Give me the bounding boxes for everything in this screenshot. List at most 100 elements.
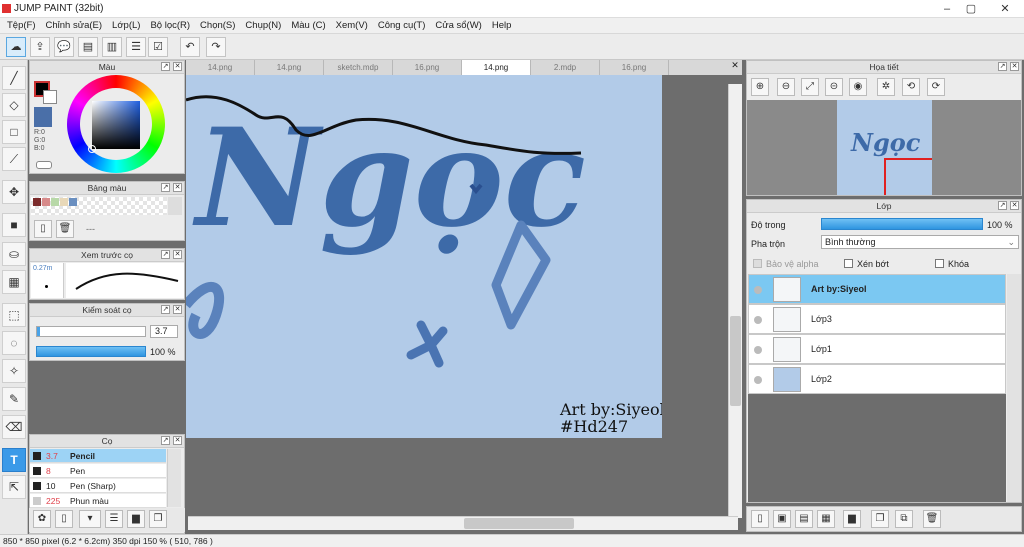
fill-rect-icon[interactable]: ■ xyxy=(2,213,26,237)
panel-float-icon[interactable]: ↗ xyxy=(161,436,170,445)
vertical-scroll-thumb[interactable] xyxy=(730,316,741,406)
new-palette-icon[interactable]: ▯ xyxy=(34,220,52,238)
line-tool-icon[interactable]: ⟋ xyxy=(2,147,26,171)
palette-swatch[interactable] xyxy=(51,198,59,206)
close-button[interactable]: ✕ xyxy=(990,0,1020,18)
eye-icon[interactable] xyxy=(36,161,52,169)
document-icon[interactable]: ▥ xyxy=(102,37,122,57)
layer-list-scrollbar[interactable] xyxy=(1007,274,1021,502)
zoom-in-icon[interactable]: ⊕ xyxy=(751,78,769,96)
export-icon[interactable]: ⇪ xyxy=(30,37,50,57)
panel-close-icon[interactable]: ✕ xyxy=(173,183,182,192)
palette-grid[interactable] xyxy=(31,197,167,215)
tab-document[interactable]: 16.png xyxy=(600,60,669,75)
panel-close-icon[interactable]: ✕ xyxy=(173,250,182,259)
chat-icon[interactable]: 💬 xyxy=(54,37,74,57)
menu-layer[interactable]: Lớp(L) xyxy=(107,20,145,31)
brush-list-scrollbar[interactable] xyxy=(167,449,181,507)
move-tool-icon[interactable]: ✥ xyxy=(2,180,26,204)
brush-item[interactable]: 225 Phun màu xyxy=(30,494,166,508)
tab-document[interactable]: 14.png xyxy=(255,60,324,75)
palette-swatch[interactable] xyxy=(69,198,77,206)
brush-menu-icon[interactable]: ▾ xyxy=(79,510,101,528)
layer-visibility-icon[interactable] xyxy=(754,286,762,294)
select-rect-icon[interactable]: ⬚ xyxy=(2,303,26,327)
palette-swatch[interactable] xyxy=(42,198,50,206)
list-icon[interactable]: ☰ xyxy=(126,37,146,57)
layer-visibility-icon[interactable] xyxy=(754,316,762,324)
checklist-icon[interactable]: ☑ xyxy=(148,37,168,57)
trash-icon[interactable]: 🗑 xyxy=(56,220,74,238)
layer-row[interactable]: Lớp2 xyxy=(748,364,1006,394)
horizontal-scroll-thumb[interactable] xyxy=(464,518,574,529)
brush-item[interactable]: 8 Pen xyxy=(30,464,166,478)
operation-tool-icon[interactable]: ⇱ xyxy=(2,475,26,499)
brush-list-icon[interactable]: ☰ xyxy=(105,510,123,528)
blend-mode-select[interactable]: Bình thường ⌄ xyxy=(821,235,1019,249)
rotate-view-icon[interactable]: ✲ xyxy=(877,78,895,96)
zoom-out-icon[interactable]: ⊖ xyxy=(777,78,795,96)
palette-swatch[interactable] xyxy=(60,198,68,206)
saturation-square[interactable] xyxy=(92,101,140,149)
reset-rotation-icon[interactable]: ⟳ xyxy=(927,78,945,96)
layer-row[interactable]: Art by:Siyeol xyxy=(748,274,1006,304)
new-folder-icon[interactable]: ▆ xyxy=(843,510,861,528)
merge-layer-icon[interactable]: ⧉ xyxy=(895,510,913,528)
artwork-canvas[interactable]: Ngọc Art by:Siyeol #Hd247 xyxy=(186,75,662,438)
new-brush-icon[interactable]: ▯ xyxy=(55,510,73,528)
panel-float-icon[interactable]: ↗ xyxy=(161,183,170,192)
panel-float-icon[interactable]: ↗ xyxy=(998,201,1007,210)
magic-wand-icon[interactable]: ✧ xyxy=(2,359,26,383)
palette-swatch[interactable] xyxy=(33,198,41,206)
panel-float-icon[interactable]: ↗ xyxy=(998,62,1007,71)
undo-icon[interactable]: ↶ xyxy=(180,37,200,57)
palette-scrollbar[interactable] xyxy=(168,197,182,215)
fit-view-icon[interactable]: ⤢ xyxy=(801,78,819,96)
clip-checkbox[interactable] xyxy=(844,259,853,268)
bucket-icon[interactable]: ⛀ xyxy=(2,242,26,266)
tab-document[interactable]: 14.png xyxy=(186,60,255,75)
rectangle-select-icon[interactable]: □ xyxy=(2,120,26,144)
menu-edit[interactable]: Chỉnh sửa(E) xyxy=(41,20,108,31)
brush-duplicate-icon[interactable]: ❐ xyxy=(149,510,167,528)
menu-help[interactable]: Help xyxy=(487,20,517,31)
text-tool-icon[interactable]: T xyxy=(2,448,26,472)
panel-float-icon[interactable]: ↗ xyxy=(161,62,170,71)
menu-filter[interactable]: Bộ lọc(R) xyxy=(145,20,195,31)
layer-opacity-slider[interactable] xyxy=(821,218,983,230)
panel-close-icon[interactable]: ✕ xyxy=(1010,201,1019,210)
layer-row[interactable]: Lớp1 xyxy=(748,334,1006,364)
panel-float-icon[interactable]: ↗ xyxy=(161,250,170,259)
comment-icon[interactable]: ▤ xyxy=(78,37,98,57)
brush-settings-icon[interactable]: ✿ xyxy=(33,510,51,528)
layer-visibility-icon[interactable] xyxy=(754,376,762,384)
tab-document[interactable]: 16.png xyxy=(393,60,462,75)
duplicate-layer-icon[interactable]: ❐ xyxy=(871,510,889,528)
new-color-layer-icon[interactable]: ▣ xyxy=(773,510,791,528)
cloud-icon[interactable]: ☁ xyxy=(6,37,26,57)
minimize-button[interactable]: – xyxy=(936,0,958,18)
menu-window[interactable]: Cửa sổ(W) xyxy=(430,20,486,31)
zoom-minus-icon[interactable]: ⊝ xyxy=(825,78,843,96)
new-halftone-layer-icon[interactable]: ▦ xyxy=(817,510,835,528)
navigator-viewport-frame[interactable] xyxy=(884,158,932,195)
brush-size-slider[interactable] xyxy=(36,326,146,337)
menu-color[interactable]: Màu (C) xyxy=(286,20,330,31)
actual-size-icon[interactable]: ◉ xyxy=(849,78,867,96)
rotate-left-icon[interactable]: ⟲ xyxy=(902,78,920,96)
tab-document[interactable]: sketch.mdp xyxy=(324,60,393,75)
brush-folder-icon[interactable]: ▆ xyxy=(127,510,145,528)
lasso-icon[interactable]: ◌ xyxy=(2,331,26,355)
maximize-button[interactable]: ▢ xyxy=(960,0,982,18)
panel-close-icon[interactable]: ✕ xyxy=(173,305,182,314)
menu-tools[interactable]: Công cụ(T) xyxy=(373,20,431,31)
panel-close-icon[interactable]: ✕ xyxy=(173,62,182,71)
brush-item[interactable]: 3.7 Pencil xyxy=(30,449,166,463)
menu-view[interactable]: Xem(V) xyxy=(331,20,373,31)
panel-float-icon[interactable]: ↗ xyxy=(161,305,170,314)
navigator-thumbnail[interactable]: Ngọc xyxy=(837,100,932,195)
layer-row[interactable]: Lớp3 xyxy=(748,304,1006,334)
transparent-color-swatch[interactable] xyxy=(34,107,52,127)
brush-tool-icon[interactable]: ╱ xyxy=(2,66,26,90)
tab-close-icon[interactable]: ✕ xyxy=(728,60,742,75)
